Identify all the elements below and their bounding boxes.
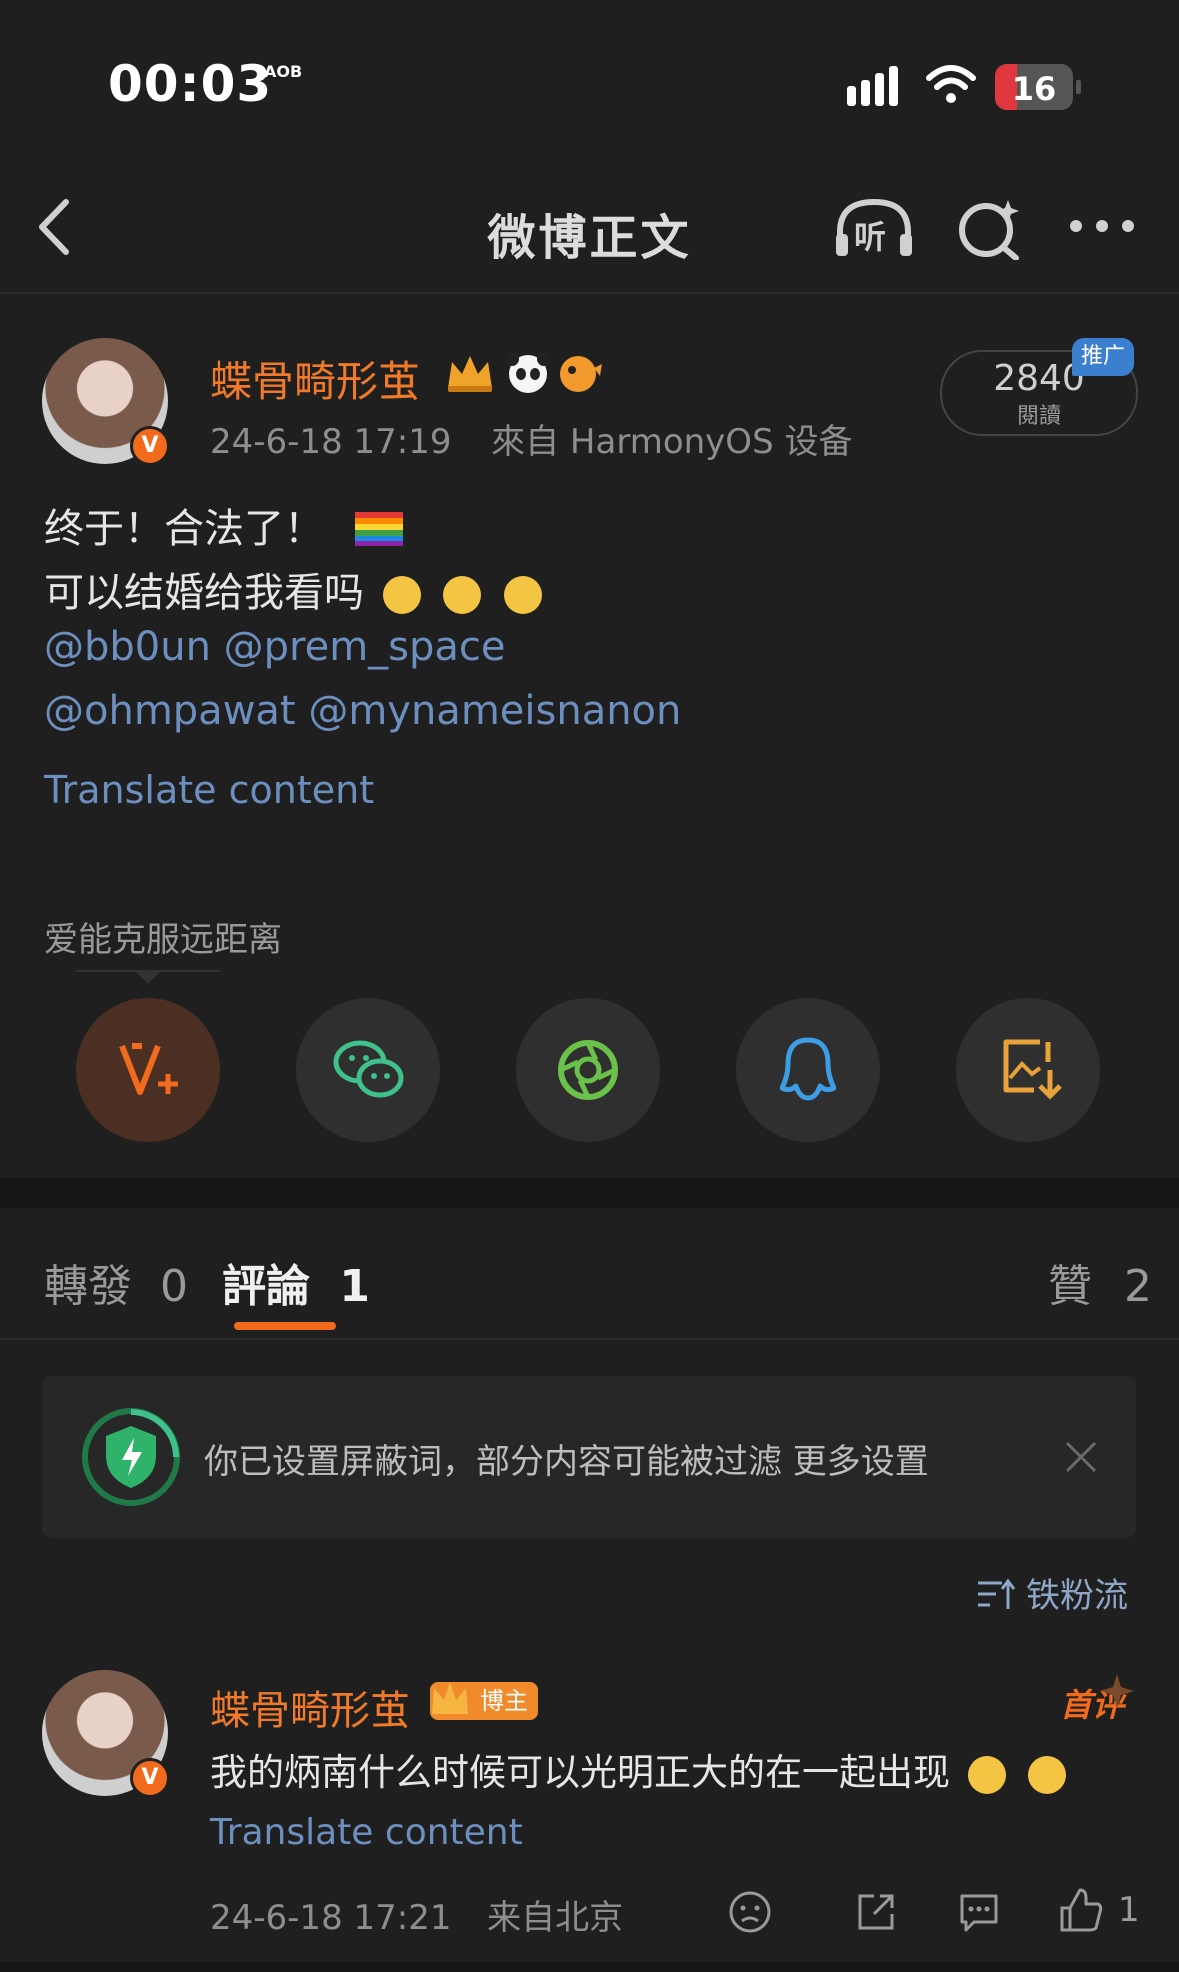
comment-source: 来自北京	[487, 1898, 624, 1938]
pleading-emoji-icon	[967, 1755, 1006, 1794]
mentions-line-2[interactable]: @ohmpawat @mynameisnanon	[44, 688, 681, 734]
author-badges	[448, 352, 602, 393]
wifi-icon	[926, 65, 976, 103]
share-moments-button[interactable]	[516, 998, 660, 1142]
post-line-1-text: 终于！合法了！	[44, 506, 324, 552]
translate-content-link[interactable]: Translate content	[44, 768, 374, 812]
sort-toggle[interactable]: 铁粉流	[976, 1568, 1128, 1617]
post-line-2-text: 可以结婚给我看吗	[44, 570, 364, 616]
star-sparkle-icon	[1100, 1674, 1134, 1708]
tab-likes-label: 贊	[1048, 1261, 1092, 1312]
battery-cap	[1076, 80, 1081, 94]
section-divider	[0, 1178, 1179, 1208]
status-bar: 00:03 AOB 16	[0, 0, 1179, 150]
weibo-vplus-icon	[119, 1043, 178, 1095]
battery-level: 16	[1011, 70, 1057, 108]
comment-text-body: 我的炳南什么时候可以光明正大的在一起出现	[210, 1751, 950, 1794]
post-author-name[interactable]: 蝶骨畸形茧	[210, 348, 420, 409]
share-comment-icon[interactable]	[854, 1890, 898, 1934]
tab-likes[interactable]: 贊 2	[1048, 1250, 1152, 1314]
crown-badge-icon	[448, 356, 492, 392]
save-image-icon	[1003, 1039, 1062, 1100]
sort-label: 铁粉流	[1026, 1576, 1128, 1616]
share-weibo-vplus-button[interactable]	[76, 998, 220, 1142]
nav-divider	[0, 292, 1179, 294]
pleading-emoji-icon	[1027, 1755, 1066, 1794]
post-source: 來自 HarmonyOS 设备	[491, 422, 853, 462]
emoji-react-icon[interactable]	[728, 1890, 772, 1934]
pleading-emoji-icon	[504, 576, 543, 614]
share-indicator-arrow	[134, 970, 162, 984]
comment-author-name[interactable]: 蝶骨畸形茧	[210, 1678, 410, 1736]
share-qq-button[interactable]	[736, 998, 880, 1142]
rainbow-flag-icon	[354, 512, 403, 546]
pleading-emoji-icon	[443, 576, 482, 614]
panda-icon	[505, 352, 551, 393]
share-label: 爱能克服远距离	[44, 920, 282, 960]
more-dots-icon[interactable]	[1066, 212, 1138, 240]
verified-v-badge: V	[130, 426, 170, 466]
like-thumb-icon[interactable]	[1058, 1886, 1104, 1934]
promo-badge[interactable]: 推广	[1072, 338, 1134, 376]
comment-timestamp: 24-6-18 17:21	[210, 1898, 452, 1938]
filter-notice-text[interactable]: 你已设置屏蔽词，部分内容可能被过滤 更多设置	[204, 1434, 929, 1483]
tab-likes-count: 2	[1124, 1261, 1152, 1312]
listen-button[interactable]: 听	[832, 196, 916, 260]
status-time: 00:03	[108, 55, 273, 113]
active-tab-underline	[234, 1322, 336, 1330]
mentions-line-1[interactable]: @bb0un @prem_space	[44, 624, 506, 670]
share-save-image-button[interactable]	[956, 998, 1100, 1142]
post-line-2: 可以结婚给我看吗	[44, 560, 543, 618]
filter-notice: 你已设置屏蔽词，部分内容可能被过滤 更多设置	[42, 1376, 1136, 1538]
pleading-emoji-icon	[382, 576, 421, 614]
reply-comment-icon[interactable]	[956, 1890, 1002, 1934]
tab-comments[interactable]: 評論 1	[222, 1250, 370, 1314]
tab-comments-label: 評論	[222, 1261, 310, 1312]
post-meta: 24-6-18 17:19 來自 HarmonyOS 设备	[210, 414, 852, 463]
post-timestamp: 24-6-18 17:19	[210, 422, 452, 462]
read-label: 閱讀	[1016, 404, 1061, 429]
comment-translate-link[interactable]: Translate content	[210, 1812, 523, 1853]
status-aob-tag: AOB	[264, 62, 303, 81]
tab-repost[interactable]: 轉發 0	[44, 1250, 188, 1314]
battery-indicator: 16	[995, 64, 1073, 110]
search-sparkle-icon[interactable]	[956, 196, 1022, 260]
close-icon[interactable]	[1064, 1440, 1098, 1474]
share-wechat-button[interactable]	[296, 998, 440, 1142]
sort-icon	[978, 1578, 1016, 1609]
wechat-icon	[333, 1040, 404, 1098]
comment-text: 我的炳南什么时候可以光明正大的在一起出现	[210, 1742, 1066, 1796]
tab-repost-label: 轉發	[44, 1261, 132, 1312]
post-line-1: 终于！合法了！	[44, 496, 403, 554]
comment-verified-v-badge: V	[130, 1758, 170, 1798]
pufferfish-icon	[560, 356, 602, 392]
bottom-edge	[0, 1962, 1179, 1972]
host-crown-icon	[432, 1682, 468, 1714]
cellular-signal-icon	[847, 66, 898, 106]
comment-like-count: 1	[1118, 1890, 1140, 1930]
listen-label: 听	[854, 218, 887, 256]
tab-comments-count: 1	[339, 1261, 370, 1312]
moments-icon	[558, 1040, 618, 1100]
shield-icon	[82, 1408, 180, 1506]
tabs-divider	[0, 1338, 1179, 1340]
comment-meta: 24-6-18 17:21 来自北京	[210, 1890, 623, 1939]
tab-repost-count: 0	[160, 1261, 188, 1312]
qq-icon	[780, 1037, 836, 1101]
